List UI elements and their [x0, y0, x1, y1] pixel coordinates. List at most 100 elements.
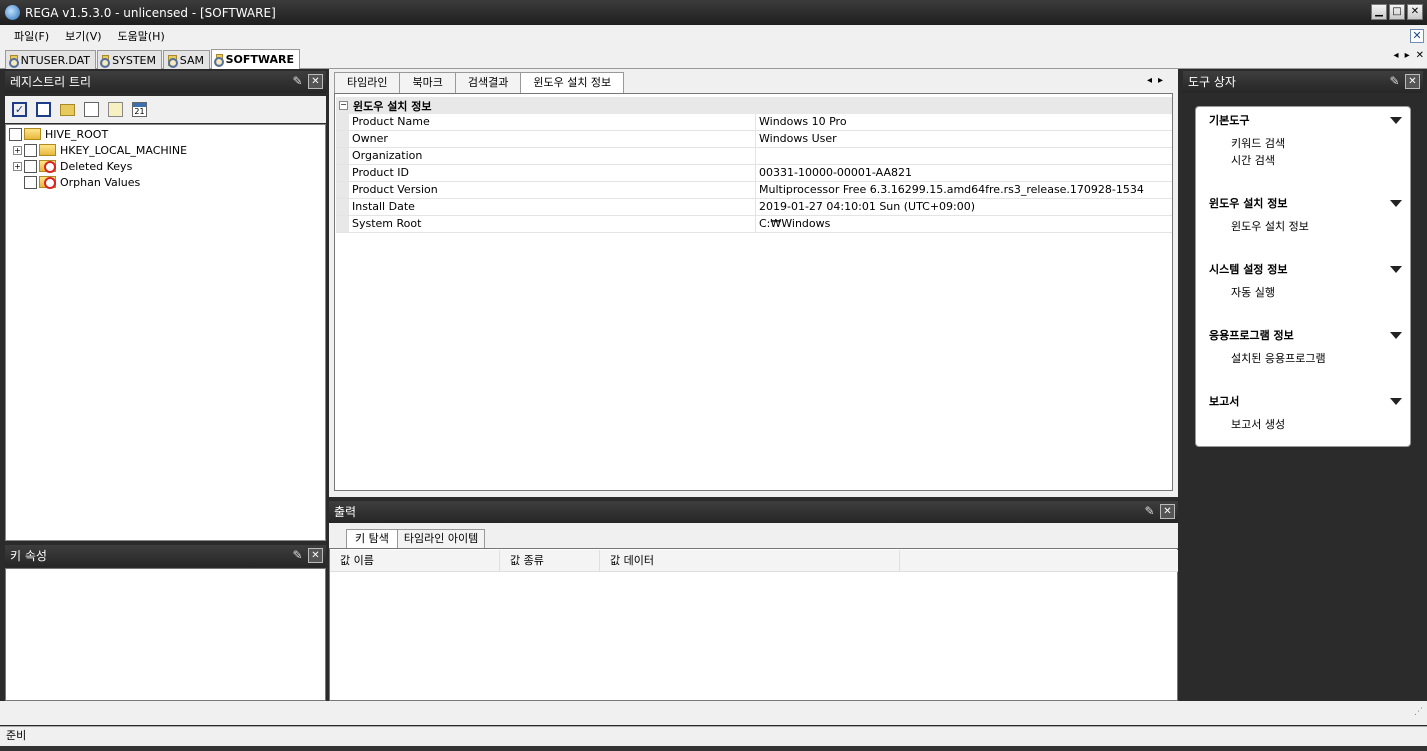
tree-checkbox[interactable] [24, 143, 37, 157]
property-row[interactable]: Product Version Multiprocessor Free 6.3.… [336, 182, 1172, 199]
property-row[interactable]: Product ID 00331-10000-00001-AA821 [336, 165, 1172, 182]
tab-scroll-right-icon[interactable]: ▸ [1158, 75, 1163, 86]
resize-grip-icon[interactable]: ⋰ [1414, 707, 1423, 717]
menu-file[interactable]: 파일(F) [6, 28, 57, 44]
copy-icon[interactable] [84, 102, 99, 117]
minimize-button[interactable]: ▁ [1371, 4, 1387, 20]
edit-icon[interactable] [108, 102, 123, 117]
tab-key-explore[interactable]: 키 탐색 [346, 529, 398, 548]
property-row[interactable]: Organization [336, 148, 1172, 165]
orphan-folder-icon [39, 176, 56, 189]
tree-checkbox[interactable] [24, 159, 37, 173]
calendar-icon[interactable]: 21 [132, 102, 147, 117]
property-value: Multiprocessor Free 6.3.16299.15.amd64fr… [759, 183, 1144, 196]
chevron-down-icon[interactable] [1390, 398, 1402, 405]
doc-tab-software[interactable]: SOFTWARE [211, 49, 300, 69]
tab-close-icon[interactable]: ✕ [1416, 50, 1424, 61]
expand-icon[interactable]: + [13, 145, 22, 155]
tree-checkbox[interactable] [9, 127, 22, 141]
property-name: System Root [349, 216, 756, 232]
status-text: 준비 [6, 729, 27, 742]
doc-tab-sam[interactable]: SAM [163, 50, 210, 69]
toolbox-link-create-report[interactable]: 보고서 생성 [1231, 416, 1285, 432]
column-value-data[interactable]: 값 데이터 [600, 550, 900, 571]
column-value-type[interactable]: 값 종류 [500, 550, 600, 571]
chevron-down-icon[interactable] [1390, 200, 1402, 207]
toolbox-section-title[interactable]: 응용프로그램 정보 [1209, 327, 1294, 343]
toolbox-section-title[interactable]: 시스템 설정 정보 [1209, 261, 1288, 277]
toolbox-section-title[interactable]: 윈도우 설치 정보 [1209, 195, 1288, 211]
registry-tree[interactable]: HIVE_ROOT + HKEY_LOCAL_MACHINE + Deleted… [5, 124, 326, 541]
doc-tab-ntuser[interactable]: NTUSER.DAT [5, 50, 96, 69]
doc-tab-system[interactable]: SYSTEM [97, 50, 162, 69]
row-margin [336, 216, 349, 232]
tree-node-label: Orphan Values [60, 175, 141, 189]
doc-tab-label: SOFTWARE [225, 53, 294, 66]
menu-view[interactable]: 보기(V) [57, 28, 109, 44]
toolbox-link-install-info[interactable]: 윈도우 설치 정보 [1231, 218, 1309, 234]
close-button[interactable]: ✕ [1407, 4, 1423, 20]
menu-help[interactable]: 도움말(H) [110, 28, 173, 44]
tab-scroll-right-icon[interactable]: ▸ [1405, 50, 1410, 61]
folder-icon [24, 128, 41, 140]
tab-timeline-items[interactable]: 타임라인 아이템 [396, 529, 486, 548]
toolbox-section-title[interactable]: 기본도구 [1209, 112, 1249, 128]
tab-install-info[interactable]: 윈도우 설치 정보 [520, 72, 625, 93]
tree-node-hive-root[interactable]: HIVE_ROOT [9, 126, 108, 142]
property-row[interactable]: Product Name Windows 10 Pro [336, 114, 1172, 131]
mdi-close-icon[interactable]: ✕ [1410, 29, 1424, 43]
property-value: C:₩Windows [759, 217, 831, 230]
property-value: 00331-10000-00001-AA821 [759, 166, 912, 179]
pin-icon[interactable]: ✎ [1387, 74, 1402, 89]
property-group-title: 윈도우 설치 정보 [353, 99, 432, 113]
chevron-down-icon[interactable] [1390, 266, 1402, 273]
toolbox-link-installed-apps[interactable]: 설치된 응용프로그램 [1231, 350, 1326, 366]
tree-node-orphan-values[interactable]: Orphan Values [24, 174, 140, 190]
toolbox-header: 도구 상자 ✎ ✕ [1183, 71, 1423, 93]
tree-node-hklm[interactable]: + HKEY_LOCAL_MACHINE [13, 142, 187, 158]
tab-search-results[interactable]: 검색결과 [454, 72, 522, 93]
pin-icon[interactable]: ✎ [1142, 504, 1157, 519]
tree-checkbox[interactable] [24, 175, 37, 189]
document-tab-bar: NTUSER.DAT SYSTEM SAM SOFTWARE ◂ ▸ ✕ [0, 47, 1427, 69]
panel-close-icon[interactable]: ✕ [308, 74, 323, 89]
panel-controls: ✎ ✕ [290, 74, 323, 89]
property-group-header[interactable]: − 윈도우 설치 정보 [336, 97, 1172, 114]
registry-tree-header: 레지스트리 트리 ✎ ✕ [5, 71, 326, 93]
property-row[interactable]: Install Date 2019-01-27 04:10:01 Sun (UT… [336, 199, 1172, 216]
collapse-icon[interactable]: − [339, 101, 348, 110]
maximize-button[interactable]: □ [1389, 4, 1405, 20]
panel-close-icon[interactable]: ✕ [1160, 504, 1175, 519]
panel-controls: ✎ ✕ [1387, 74, 1420, 89]
column-value-name[interactable]: 값 이름 [330, 550, 500, 571]
toolbox-link-autorun[interactable]: 자동 실행 [1231, 284, 1275, 300]
panel-close-icon[interactable]: ✕ [308, 548, 323, 563]
toolbox-link-time-search[interactable]: 시간 검색 [1231, 152, 1275, 168]
toolbox-link-keyword-search[interactable]: 키워드 검색 [1231, 135, 1285, 151]
chevron-down-icon[interactable] [1390, 117, 1402, 124]
property-row[interactable]: Owner Windows User [336, 131, 1172, 148]
tree-toolbar: ✓ 21 [5, 96, 326, 123]
pin-icon[interactable]: ✎ [290, 74, 305, 89]
property-name: Organization [349, 148, 756, 164]
row-margin [336, 148, 349, 164]
doc-tab-label: SYSTEM [112, 53, 156, 67]
check-all-icon[interactable]: ✓ [12, 102, 27, 117]
toolbox-section-title[interactable]: 보고서 [1209, 393, 1239, 409]
output-header: 출력 ✎ ✕ [329, 501, 1178, 523]
window-controls: ▁ □ ✕ [1371, 4, 1423, 20]
tab-timeline[interactable]: 타임라인 [334, 72, 401, 93]
uncheck-all-icon[interactable] [36, 102, 51, 117]
expand-icon[interactable]: + [13, 161, 22, 171]
tab-scroll-left-icon[interactable]: ◂ [1394, 50, 1399, 61]
property-row[interactable]: System Root C:₩Windows [336, 216, 1172, 233]
tab-scroll-left-icon[interactable]: ◂ [1147, 75, 1152, 86]
open-folder-icon[interactable] [60, 103, 75, 116]
status-bar: 준비 [0, 726, 1427, 746]
pin-icon[interactable]: ✎ [290, 548, 305, 563]
chevron-down-icon[interactable] [1390, 332, 1402, 339]
panel-close-icon[interactable]: ✕ [1405, 74, 1420, 89]
property-name: Owner [349, 131, 756, 147]
tab-bookmark[interactable]: 북마크 [399, 72, 456, 93]
tree-node-deleted-keys[interactable]: + Deleted Keys [13, 158, 132, 174]
